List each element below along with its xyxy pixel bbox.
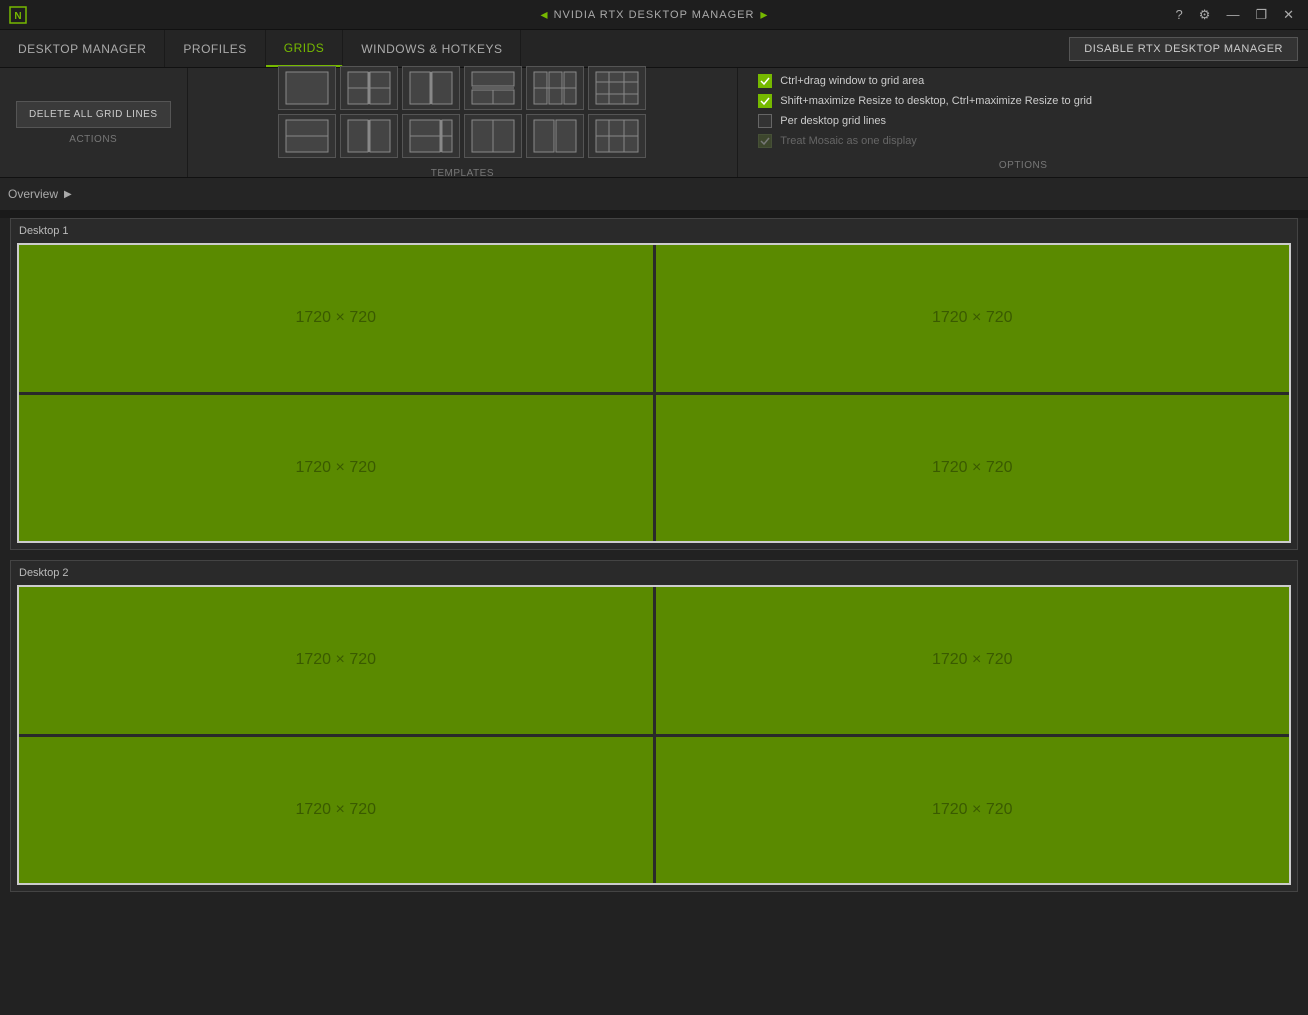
template-9[interactable] [402, 114, 460, 158]
actions-label: Actions [69, 134, 117, 145]
option-label-ctrl-drag: Ctrl+drag window to grid area [780, 75, 924, 87]
checkbox-treat-mosaic[interactable] [758, 134, 772, 148]
minimize-button[interactable]: — [1220, 5, 1245, 24]
template-12[interactable] [588, 114, 646, 158]
checkbox-per-desktop[interactable] [758, 114, 772, 128]
content-area: Desktop 1 1720 × 720 1720 × 720 1720 × 7… [0, 218, 1308, 1015]
title-bar: N ◂ NVIDIA RTX DESKTOP MANAGER ▸ ? ⚙ — ❐… [0, 0, 1308, 30]
option-per-desktop: Per desktop grid lines [758, 114, 1288, 128]
template-5[interactable] [526, 66, 584, 110]
checkbox-shift-max[interactable] [758, 94, 772, 108]
main-layout: Overview ▶ Desktop 1 1720 × 720 1720 × 7… [0, 178, 1308, 1015]
option-treat-mosaic: Treat Mosaic as one display [758, 134, 1288, 148]
template-11[interactable] [526, 114, 584, 158]
templates-grid [278, 66, 646, 158]
option-ctrl-drag: Ctrl+drag window to grid area [758, 74, 1288, 88]
actions-section: DELETE ALL GRID LINES Actions [0, 68, 188, 177]
title-bar-controls: ? ⚙ — ❐ ✕ [1170, 5, 1300, 25]
templates-section: Templates [188, 68, 739, 177]
app-title: NVIDIA RTX DESKTOP MANAGER [554, 9, 755, 21]
desktop-1-cell-1[interactable]: 1720 × 720 [19, 245, 653, 392]
restore-button[interactable]: ❐ [1249, 5, 1273, 25]
desktop-2-cell-2[interactable]: 1720 × 720 [656, 587, 1290, 734]
template-3[interactable] [402, 66, 460, 110]
option-label-treat-mosaic: Treat Mosaic as one display [780, 135, 917, 147]
svg-text:N: N [14, 11, 21, 22]
overview-label: Overview [8, 187, 58, 201]
title-chevron-right: ▸ [760, 6, 767, 23]
desktop-2-title: Desktop 2 [17, 567, 1291, 579]
template-10[interactable] [464, 114, 522, 158]
template-6[interactable] [588, 66, 646, 110]
options-label: Options [758, 160, 1288, 171]
template-7[interactable] [278, 114, 336, 158]
options-section: Ctrl+drag window to grid area Shift+maxi… [738, 68, 1308, 177]
desktop-1-container: Desktop 1 1720 × 720 1720 × 720 1720 × 7… [10, 218, 1298, 550]
desktop-1-cell-3[interactable]: 1720 × 720 [19, 395, 653, 542]
overview-bar[interactable]: Overview ▶ [0, 178, 1308, 210]
desktop-2-cell-3[interactable]: 1720 × 720 [19, 737, 653, 884]
toolbar: DELETE ALL GRID LINES Actions [0, 68, 1308, 178]
desktop-2-cell-1[interactable]: 1720 × 720 [19, 587, 653, 734]
checkbox-ctrl-drag[interactable] [758, 74, 772, 88]
overview-arrow-icon: ▶ [64, 189, 72, 200]
tab-grids[interactable]: GRIDS [266, 30, 344, 67]
template-2[interactable] [340, 66, 398, 110]
nav-tabs: DESKTOP MANAGER PROFILES GRIDS WINDOWS &… [0, 30, 521, 67]
desktop-1-cell-4[interactable]: 1720 × 720 [656, 395, 1290, 542]
template-8[interactable] [340, 114, 398, 158]
nav-right: DISABLE RTX DESKTOP MANAGER [1069, 30, 1308, 67]
tab-desktop-manager[interactable]: DESKTOP MANAGER [0, 30, 165, 67]
help-button[interactable]: ? [1170, 5, 1189, 24]
desktop-1-cell-2[interactable]: 1720 × 720 [656, 245, 1290, 392]
app-logo: N [8, 5, 28, 25]
option-label-per-desktop: Per desktop grid lines [780, 115, 886, 127]
disable-rtx-button[interactable]: DISABLE RTX DESKTOP MANAGER [1069, 37, 1298, 61]
delete-all-grid-lines-button[interactable]: DELETE ALL GRID LINES [16, 101, 171, 128]
desktop-2-container: Desktop 2 1720 × 720 1720 × 720 1720 × 7… [10, 560, 1298, 892]
desktop-1-grid: 1720 × 720 1720 × 720 1720 × 720 1720 × … [17, 243, 1291, 543]
desktop-2-grid: 1720 × 720 1720 × 720 1720 × 720 1720 × … [17, 585, 1291, 885]
title-chevron-left: ◂ [541, 6, 548, 23]
title-bar-center: ◂ NVIDIA RTX DESKTOP MANAGER ▸ [541, 6, 768, 23]
tab-windows-hotkeys[interactable]: WINDOWS & HOTKEYS [343, 30, 521, 67]
template-4[interactable] [464, 66, 522, 110]
template-1[interactable] [278, 66, 336, 110]
close-button[interactable]: ✕ [1277, 5, 1300, 25]
option-label-shift-max: Shift+maximize Resize to desktop, Ctrl+m… [780, 95, 1092, 107]
desktop-1-title: Desktop 1 [17, 225, 1291, 237]
option-shift-max: Shift+maximize Resize to desktop, Ctrl+m… [758, 94, 1288, 108]
tab-profiles[interactable]: PROFILES [165, 30, 265, 67]
settings-button[interactable]: ⚙ [1193, 5, 1217, 25]
desktop-2-cell-4[interactable]: 1720 × 720 [656, 737, 1290, 884]
nav-bar: DESKTOP MANAGER PROFILES GRIDS WINDOWS &… [0, 30, 1308, 68]
